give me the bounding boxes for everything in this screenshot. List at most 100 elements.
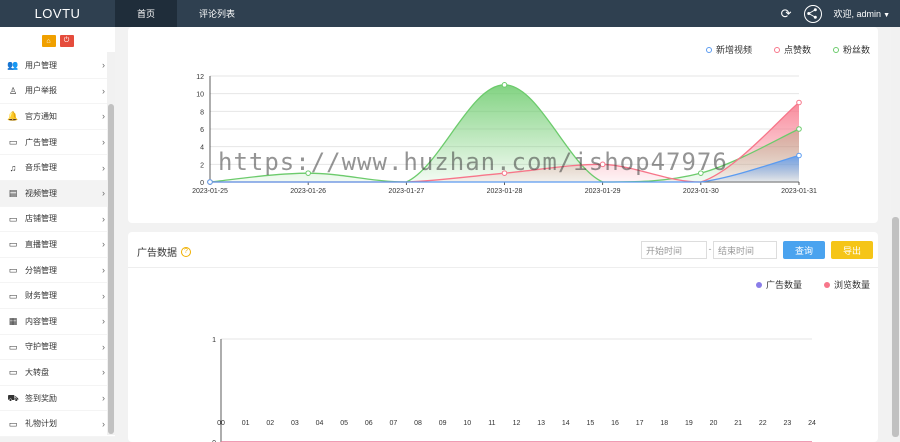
sidebar-menu: 👥 用户管理 › ♙ 用户举报 › 🔔 官方通知 › ▭ 广告管理 › ♫ 音乐管理 › ▤ 视频管理 › ▭ 店铺管…: [0, 53, 115, 437]
top-right-tools: ⟳ 欢迎, admin ▼: [781, 0, 890, 27]
tab-comment-list[interactable]: 评论列表: [177, 0, 257, 27]
sidebar-item[interactable]: ▭ 守护管理 ›: [0, 335, 115, 361]
data-point: [501, 170, 508, 176]
user-menu[interactable]: 欢迎, admin ▼: [834, 7, 890, 20]
x-tick-label: 19: [684, 420, 693, 427]
sidebar-item[interactable]: ▭ 店铺管理 ›: [0, 207, 115, 233]
sidebar-item-label: 广告管理: [25, 137, 57, 147]
sidebar-item[interactable]: ♫ 音乐管理 ›: [0, 155, 115, 181]
x-tick-label: 17: [635, 420, 644, 427]
x-tick-label: 2023-01-31: [781, 188, 817, 195]
chevron-right-icon: ›: [102, 341, 105, 352]
avatar[interactable]: [803, 4, 822, 23]
sidebar-item-label: 用户管理: [25, 60, 57, 70]
sidebar-item[interactable]: ▭ 财务管理 ›: [0, 283, 115, 309]
monitor-icon: ▭: [8, 265, 18, 276]
data-point: [698, 170, 704, 176]
data-point: [796, 152, 802, 159]
sidebar-item[interactable]: ▭ 直播管理 ›: [0, 232, 115, 258]
x-tick-label: 08: [414, 420, 422, 427]
stats-panel: 新增视频 点赞数 粉丝数 0 2 4 6 8 10 12 2023-01-25 2023-01-26…: [128, 27, 878, 223]
x-tick-label: 2023-01-29: [585, 188, 621, 195]
chevron-down-icon: ▼: [883, 12, 890, 19]
chevron-right-icon: ›: [102, 111, 105, 122]
logout-button[interactable]: ⏻: [59, 35, 74, 47]
sidebar-item-label: 财务管理: [25, 291, 57, 301]
monitor-icon: ▭: [8, 290, 18, 301]
x-tick-label: 00: [217, 420, 225, 427]
x-tick-label: 05: [340, 420, 349, 427]
sidebar-item-label: 店铺管理: [25, 214, 57, 224]
x-tick-label: 2023-01-26: [290, 188, 326, 195]
monitor-icon: ▭: [8, 367, 18, 378]
chart2-x-axis-labels: 00 01 02 03 04 05 06 07 08 09 10 11 12 13 14 15 16 17 18 19…: [0, 418, 900, 430]
home-button[interactable]: ⌂: [41, 35, 56, 47]
y-tick-label: 6: [200, 127, 204, 134]
x-tick-label: 18: [660, 420, 669, 427]
monitor-icon: ▭: [8, 137, 18, 148]
ad-chart: 01: [212, 337, 812, 442]
chevron-right-icon: ›: [102, 265, 105, 276]
sidebar-item[interactable]: ▭ 广告管理 ›: [0, 130, 115, 156]
y-tick-label: 1: [212, 337, 216, 344]
music-icon: ♫: [9, 162, 17, 173]
x-tick-label: 2023-01-25: [192, 188, 228, 195]
chevron-right-icon: ›: [102, 213, 105, 224]
x-tick-label: 2023-01-30: [683, 188, 719, 195]
sidebar-item-label: 签到奖励: [25, 393, 57, 403]
data-point: [796, 126, 802, 132]
chevron-right-icon: ›: [102, 367, 105, 378]
x-tick-label: 01: [241, 420, 250, 427]
sidebar-scrollbar[interactable]: [107, 52, 115, 435]
sidebar-item[interactable]: ▭ 分销管理 ›: [0, 258, 115, 284]
sidebar-item[interactable]: ⛟ 签到奖励 ›: [0, 386, 115, 412]
x-tick-label: 02: [266, 420, 275, 427]
refresh-icon[interactable]: ⟳: [781, 6, 792, 22]
chevron-right-icon: ›: [102, 290, 105, 301]
sidebar-item-label: 直播管理: [25, 239, 57, 249]
data-point: [501, 82, 508, 88]
chevron-right-icon: ›: [102, 85, 105, 96]
sidebar-item-label: 官方通知: [25, 111, 57, 121]
users-icon: 👥: [7, 60, 19, 71]
sidebar-item-label: 大转盘: [25, 367, 49, 377]
main-scrollbar-thumb[interactable]: [892, 217, 899, 437]
x-tick-label: 10: [463, 420, 472, 427]
sidebar-scrollbar-thumb[interactable]: [108, 104, 114, 434]
main-content: 新增视频 点赞数 粉丝数 0 2 4 6 8 10 12 2023-01-25 2023-01-26…: [115, 27, 891, 442]
data-point: [305, 170, 311, 176]
chevron-right-icon: ›: [102, 137, 105, 148]
video-icon: ▤: [8, 188, 18, 199]
sidebar-item[interactable]: ▤ 视频管理 ›: [0, 180, 115, 207]
monitor-icon: ▭: [8, 341, 18, 352]
chevron-right-icon: ›: [102, 188, 105, 199]
chevron-right-icon: ›: [102, 316, 105, 327]
user-welcome-label: 欢迎, admin: [833, 9, 882, 19]
x-tick-label: 20: [709, 420, 718, 427]
sidebar-item[interactable]: ▭ 大转盘 ›: [0, 360, 115, 386]
data-point: [599, 161, 606, 168]
x-tick-label: 23: [783, 420, 792, 427]
x-tick-label: 07: [389, 420, 398, 427]
tab-home[interactable]: 首页: [115, 0, 178, 27]
sidebar-item[interactable]: 🔔 官方通知 ›: [0, 104, 115, 130]
chevron-right-icon: ›: [102, 162, 105, 173]
y-tick-label: 12: [196, 74, 204, 81]
sidebar-item[interactable]: ▦ 内容管理 ›: [0, 309, 115, 335]
x-tick-label: 14: [561, 420, 570, 427]
x-tick-label: 04: [315, 420, 324, 427]
x-tick-label: 16: [611, 420, 619, 427]
monitor-icon: ▭: [8, 213, 18, 224]
share-icon: [806, 7, 817, 19]
monitor-icon: ▭: [8, 239, 18, 250]
sidebar-item[interactable]: 👥 用户管理 ›: [0, 53, 115, 79]
y-tick-label: 8: [200, 109, 204, 116]
y-tick-label: 0: [200, 180, 204, 187]
sidebar-item[interactable]: ♙ 用户举报 ›: [0, 79, 115, 105]
main-scrollbar[interactable]: [891, 27, 900, 437]
sidebar-shortcuts: ⌂ ⏻: [0, 29, 115, 53]
x-tick-label: 13: [537, 420, 546, 427]
x-tick-label: 21: [734, 420, 743, 427]
data-point: [207, 179, 213, 185]
stats-chart: 0 2 4 6 8 10 12 2023-01-25 2023-01-26 2023-01-27 2…: [192, 74, 817, 195]
